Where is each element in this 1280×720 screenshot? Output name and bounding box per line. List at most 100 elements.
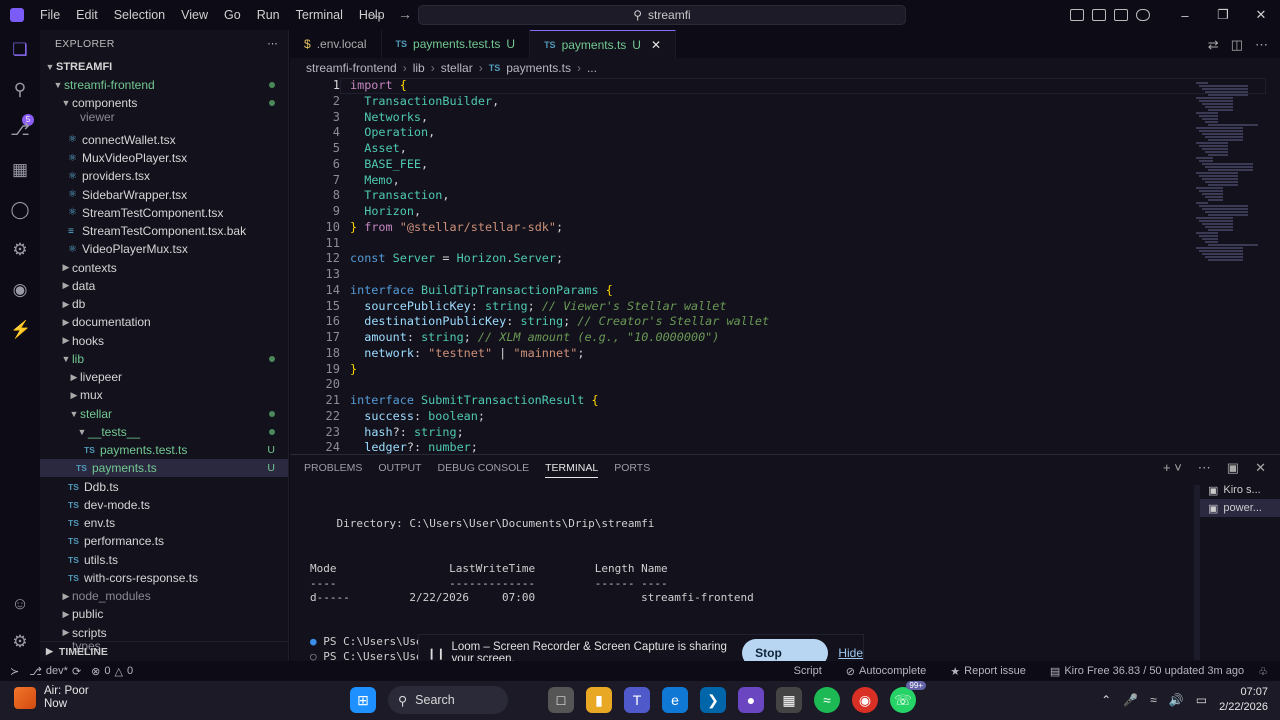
code-line[interactable]: } from "@stellar/stellar-sdk"; <box>350 220 769 236</box>
explorer-icon[interactable]: ❏ <box>10 40 30 60</box>
new-terminal-icon[interactable]: + ˅ <box>1163 460 1182 476</box>
whatsapp-icon[interactable]: ☏ 99+ <box>890 681 926 713</box>
code-line[interactable]: TransactionBuilder, <box>350 94 769 110</box>
code-line[interactable]: Transaction, <box>350 188 769 204</box>
tree-item[interactable]: ▶ hooks <box>40 332 288 350</box>
tree-item[interactable]: ▼ __tests__ <box>40 423 288 441</box>
close-window-icon[interactable]: ✕ <box>1242 7 1280 23</box>
breadcrumb-item[interactable]: stellar <box>441 61 473 75</box>
code-line[interactable]: import { <box>350 78 769 94</box>
toggle-panel-icon[interactable] <box>1114 9 1128 21</box>
more-actions-icon[interactable]: ⋯ <box>1198 460 1211 476</box>
code-line[interactable] <box>350 236 769 252</box>
lightning-icon[interactable]: ⚡ <box>10 320 31 340</box>
code-line[interactable]: Asset, <box>350 141 769 157</box>
weather-widget[interactable]: Air: Poor Now <box>14 685 89 711</box>
forward-arrow-icon[interactable]: → <box>398 6 412 22</box>
more-actions-icon[interactable]: ⋯ <box>1255 37 1268 53</box>
pause-icon[interactable]: ❙❙ <box>427 647 445 660</box>
code-line[interactable]: ledger?: number; <box>350 440 769 454</box>
workspace-root[interactable]: ▼ STREAMFI <box>40 58 288 76</box>
menu-edit[interactable]: Edit <box>68 0 106 30</box>
report-issue-item[interactable]: ★ Report issue <box>950 665 1026 678</box>
tree-item[interactable]: ▼ streamfi-frontend <box>40 76 288 94</box>
account-icon[interactable]: ☺ <box>10 594 30 614</box>
language-mode[interactable]: Script <box>794 665 822 677</box>
microphone-icon[interactable]: 🎤 <box>1123 693 1138 707</box>
chat-icon[interactable] <box>1136 9 1150 21</box>
breadcrumb-item[interactable]: ... <box>587 61 597 75</box>
code-line[interactable]: network: "testnet" | "mainnet"; <box>350 346 769 362</box>
task-view-icon[interactable]: □ <box>548 687 574 713</box>
code-line[interactable]: } <box>350 362 769 378</box>
code-line[interactable] <box>350 267 769 283</box>
remote-icon[interactable]: ≻ <box>10 665 19 678</box>
teams-icon[interactable]: T <box>624 687 650 713</box>
windows-start-icon[interactable]: ⊞ <box>350 687 376 713</box>
code-line[interactable]: const Server = Horizon.Server; <box>350 251 769 267</box>
taskbar-search[interactable]: ⚲ Search <box>388 686 508 714</box>
tree-item[interactable]: ▶ data <box>40 277 288 295</box>
menu-view[interactable]: View <box>173 0 216 30</box>
autocomplete-item[interactable]: ⊘ Autocomplete <box>846 665 926 678</box>
tab-payments[interactable]: TS payments.ts U ✕ <box>530 30 677 58</box>
tab-env-local[interactable]: $ .env.local <box>290 30 382 58</box>
tree-item[interactable]: ▶ livepeer <box>40 368 288 386</box>
breadcrumb-item[interactable]: streamfi-frontend <box>306 61 397 75</box>
code-line[interactable]: success: boolean; <box>350 409 769 425</box>
chevron-up-icon[interactable]: ⌃ <box>1101 693 1111 707</box>
tab-debug-console[interactable]: DEBUG CONSOLE <box>438 462 530 474</box>
tree-item[interactable]: ▶ documentation <box>40 313 288 331</box>
source-control-icon[interactable]: ⎇ <box>10 120 30 140</box>
breadcrumb-item[interactable]: payments.ts <box>506 61 571 75</box>
back-arrow-icon[interactable]: ← <box>370 6 384 22</box>
problems-item[interactable]: ⊗ 0 △ 0 <box>91 665 133 678</box>
tab-output[interactable]: OUTPUT <box>378 462 421 474</box>
clock[interactable]: 07:07 2/22/2026 <box>1219 685 1268 715</box>
tree-item[interactable]: ▶ db <box>40 295 288 313</box>
open-changes-icon[interactable]: ⇄ <box>1208 37 1219 53</box>
timeline-section[interactable]: ▶ TIMELINE <box>40 641 288 661</box>
tree-item[interactable]: ▼ components <box>40 94 288 112</box>
restore-icon[interactable]: ❐ <box>1204 7 1242 23</box>
tree-item[interactable]: ▼ stellar <box>40 405 288 423</box>
more-actions-icon[interactable]: ⋯ <box>267 38 278 50</box>
github-icon[interactable]: ◉ <box>10 280 30 300</box>
search-view-icon[interactable]: ⚲ <box>10 80 30 100</box>
customize-layout-icon[interactable] <box>1070 9 1084 21</box>
split-editor-icon[interactable]: ◫ <box>1231 37 1243 53</box>
menu-file[interactable]: File <box>32 0 68 30</box>
breadcrumb-item[interactable]: lib <box>413 61 425 75</box>
command-center[interactable]: ⚲ streamfi <box>418 5 906 25</box>
tree-item[interactable]: ⚛ providers.tsx <box>40 167 288 185</box>
menu-run[interactable]: Run <box>249 0 288 30</box>
hide-link[interactable]: Hide <box>838 646 863 660</box>
tree-item[interactable]: TS utils.ts <box>40 551 288 569</box>
code-line[interactable]: hash?: string; <box>350 425 769 441</box>
volume-icon[interactable]: 🔊 <box>1169 693 1184 707</box>
branch-item[interactable]: ⎇ dev* ⟳ <box>29 665 81 678</box>
tree-item[interactable]: ⚛ VideoPlayerMux.tsx <box>40 240 288 258</box>
toggle-sidebar-icon[interactable] <box>1092 9 1106 21</box>
code-line[interactable]: interface SubmitTransactionResult { <box>350 393 769 409</box>
tree-item[interactable]: TS dev-mode.ts <box>40 496 288 514</box>
tree-item[interactable]: TS env.ts <box>40 514 288 532</box>
maximize-panel-icon[interactable]: ▣ <box>1227 460 1239 476</box>
tab-problems[interactable]: PROBLEMS <box>304 462 362 474</box>
edge-icon[interactable]: e <box>662 687 688 713</box>
tree-item[interactable]: TS with-cors-response.ts <box>40 569 288 587</box>
tree-item[interactable]: ⚛ SidebarWrapper.tsx <box>40 186 288 204</box>
spotify-icon[interactable]: ≈ <box>814 687 840 713</box>
code-line[interactable]: destinationPublicKey: string; // Creator… <box>350 314 769 330</box>
tab-ports[interactable]: PORTS <box>614 462 650 474</box>
terminal-instance-powershell[interactable]: ▣ power... <box>1200 499 1280 517</box>
tree-item[interactable]: ▶ mux <box>40 386 288 404</box>
extensions-icon[interactable]: ▦ <box>10 160 30 180</box>
file-explorer-icon[interactable]: ▮ <box>586 687 612 713</box>
settings-gear-icon[interactable]: ⚙ <box>10 632 30 652</box>
notifications-bell-icon[interactable]: ♧ <box>1258 665 1268 678</box>
tree-item[interactable]: ▶ public <box>40 605 288 623</box>
tree-item[interactable]: TS Ddb.ts <box>40 478 288 496</box>
tab-payments-test[interactable]: TS payments.test.ts U <box>382 30 531 58</box>
vscode-icon[interactable]: ❯ <box>700 687 726 713</box>
